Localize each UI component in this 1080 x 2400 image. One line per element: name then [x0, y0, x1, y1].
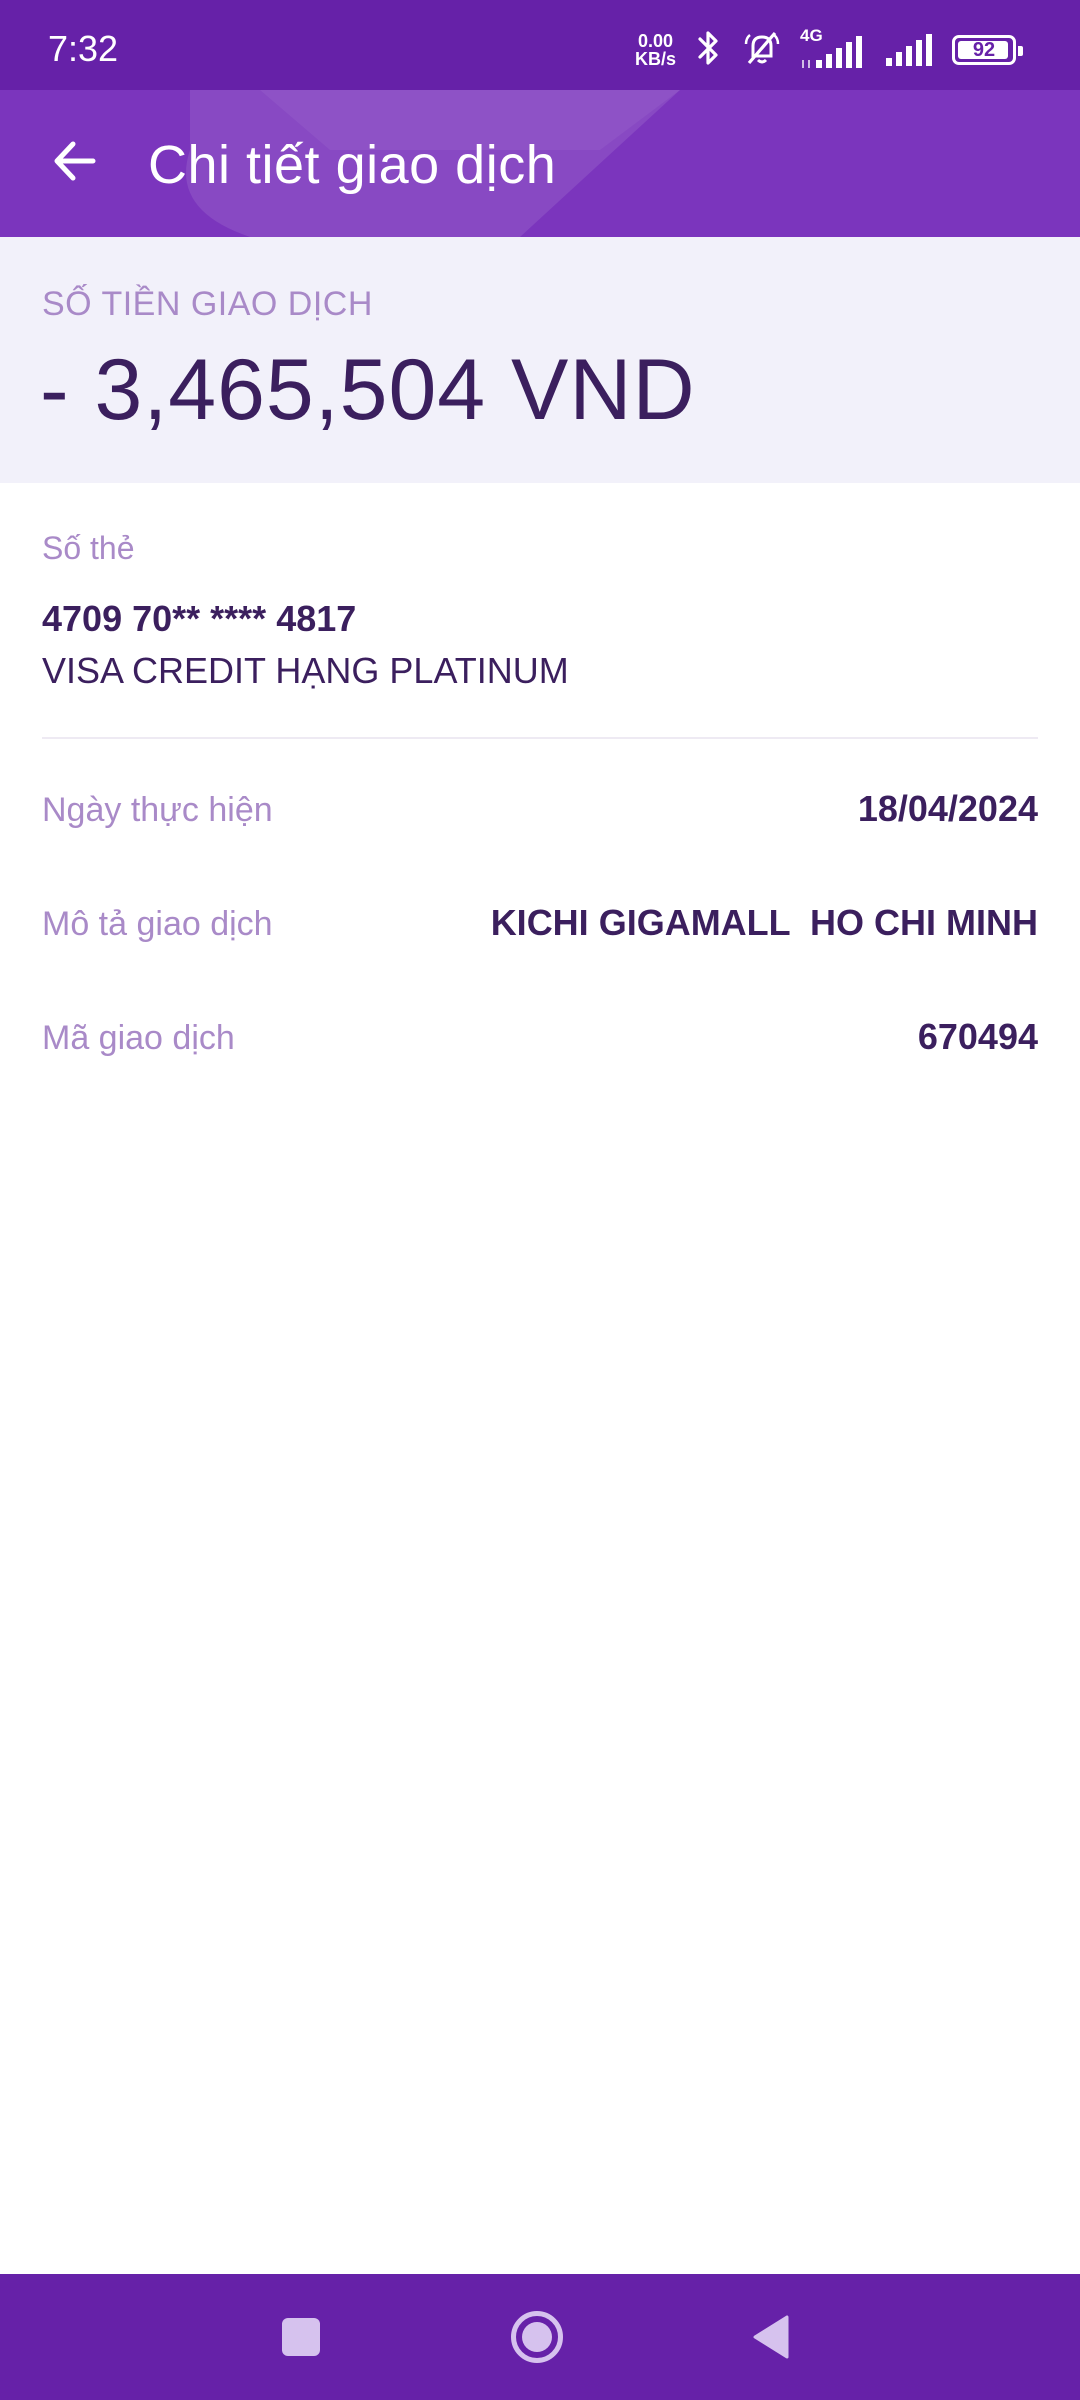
divider — [42, 737, 1038, 739]
date-label: Ngày thực hiện — [42, 791, 273, 829]
mobile-signal-icon: 4G — [800, 26, 866, 70]
nav-back-button[interactable] — [738, 2304, 804, 2370]
app-header: Chi tiết giao dịch — [0, 90, 1080, 237]
card-number: 4709 70** **** 4817 — [42, 598, 357, 639]
circle-icon — [511, 2311, 563, 2363]
status-bar: 7:32 0.00 KB/s 4G 92 — [0, 0, 1080, 90]
card-label: Số thẻ — [42, 530, 135, 566]
amount-label: SỐ TIỀN GIAO DỊCH — [42, 285, 373, 323]
bluetooth-icon — [694, 28, 724, 73]
recents-button[interactable] — [268, 2304, 334, 2370]
battery-level: 92 — [972, 38, 996, 61]
network-speed-value: 0.00 — [637, 31, 674, 51]
status-time: 7:32 — [48, 28, 119, 69]
description-value: KICHI GIGAMALL HO CHI MINH — [490, 902, 1038, 943]
amount-value: - 3,465,504 VND — [40, 342, 696, 438]
home-button[interactable] — [504, 2304, 570, 2370]
battery-icon: 92 — [952, 35, 1023, 65]
page-title: Chi tiết giao dịch — [148, 135, 557, 195]
bell-off-icon — [742, 28, 782, 73]
status-icons: 0.00 KB/s 4G 92 — [635, 26, 1023, 73]
network-speed-unit: KB/s — [634, 49, 676, 69]
square-icon — [282, 2318, 320, 2356]
amount-section: SỐ TIỀN GIAO DỊCH - 3,465,504 VND — [0, 237, 1080, 483]
system-nav-bar — [0, 2274, 1080, 2400]
transaction-detail-screen: 7:32 0.00 KB/s 4G 92 Chi tiết giao dịch … — [0, 0, 1080, 2400]
network-speed: 0.00 KB/s — [635, 32, 676, 68]
back-button[interactable] — [40, 126, 110, 196]
card-type: VISA CREDIT HẠNG PLATINUM — [42, 650, 569, 691]
transaction-code-value: 670494 — [917, 1016, 1038, 1057]
description-label: Mô tả giao dịch — [42, 905, 273, 943]
arrow-left-icon — [54, 141, 96, 181]
transaction-code-label: Mã giao dịch — [42, 1019, 235, 1057]
date-value: 18/04/2024 — [857, 788, 1038, 829]
triangle-back-icon — [753, 2315, 789, 2359]
network-type-label: 4G — [800, 26, 823, 45]
signal-icon — [884, 28, 934, 73]
